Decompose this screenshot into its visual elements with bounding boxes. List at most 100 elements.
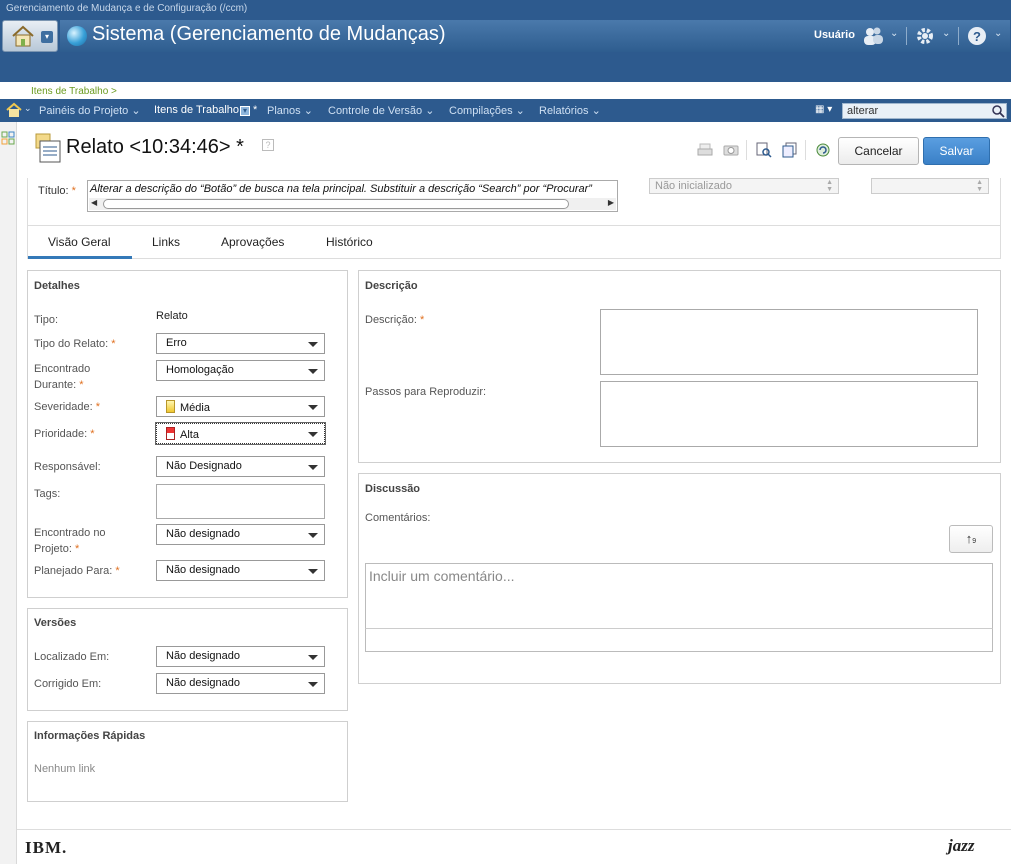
planned-for-label-text: Planejado Para: [34, 565, 113, 577]
duplicate-icon[interactable] [782, 142, 798, 158]
nav-work-items[interactable]: Itens de Trabalho [154, 104, 239, 116]
fixed-in-value: Não designado [166, 677, 241, 689]
chevron-down-icon [308, 405, 318, 410]
svg-text:?: ? [973, 29, 981, 44]
scrollbar-thumb[interactable] [103, 199, 569, 209]
title-field-label: Título: * [38, 185, 76, 197]
app-caption: Gerenciamento de Mudança e de Configuraç… [6, 3, 248, 14]
found-in-project-label: Encontrado no Projeto: * [34, 525, 106, 557]
search-icon[interactable] [991, 104, 1005, 118]
quick-info-title: Informações Rápidas [34, 730, 146, 742]
jazz-logo: jazz [948, 836, 975, 855]
found-in-project-select[interactable]: Não designado [156, 524, 325, 545]
chevron-down-icon[interactable]: ⌄ [24, 103, 32, 114]
title-field[interactable]: Alterar a descrição do “Botão” de busca … [87, 180, 618, 212]
found-during-label-line2: Durante: [34, 379, 77, 391]
required-marker: * [90, 428, 95, 440]
nav-source-control[interactable]: Controle de Versão ⌄ [328, 104, 434, 117]
priority-value: Alta [180, 429, 199, 441]
work-items-menu-icon[interactable]: ▾ [240, 106, 250, 116]
priority-high-icon [166, 427, 175, 440]
header-divider [906, 27, 907, 45]
type-label: Tipo: [34, 314, 59, 326]
tab-overview[interactable]: Visão Geral [48, 235, 110, 249]
report-type-select[interactable]: Erro [156, 333, 325, 354]
steps-label: Passos para Reproduzir: [365, 386, 487, 398]
search-input[interactable] [842, 103, 1007, 119]
breadcrumb[interactable]: Itens de Trabalho > [31, 86, 117, 97]
priority-label-text: Prioridade: [34, 428, 88, 440]
chevron-down-icon [308, 682, 318, 687]
chevron-down-icon[interactable]: ⌄ [890, 28, 898, 39]
save-button[interactable]: Salvar [923, 137, 990, 165]
found-during-value: Homologação [166, 364, 234, 376]
sort-comments-button[interactable]: ↑9 [949, 525, 993, 553]
found-in-value: Não designado [166, 650, 241, 662]
found-during-label: Encontrado Durante: * [34, 361, 90, 393]
find-related-icon[interactable] [756, 142, 772, 158]
print-icon[interactable] [697, 142, 713, 158]
work-item-title: Relato <10:34:46> * [66, 136, 244, 158]
spinner-icon: ▲ ▼ [826, 179, 833, 193]
type-value: Relato [156, 310, 188, 322]
grid-view-icon[interactable] [1, 131, 15, 145]
required-marker: * [71, 185, 76, 197]
description-title: Descrição [365, 280, 418, 292]
priority-label: Prioridade: * [34, 426, 95, 442]
discussion-title: Discussão [365, 483, 421, 495]
globe-icon [67, 26, 87, 46]
nav-reports[interactable]: Relatórios ⌄ [539, 104, 601, 117]
fixed-in-label: Corrigido Em: [34, 678, 102, 690]
comment-input[interactable]: Incluir um comentário... [365, 563, 993, 629]
scroll-right-icon[interactable]: ▶ [608, 198, 614, 207]
found-during-select[interactable]: Homologação [156, 360, 325, 381]
description-input[interactable] [600, 309, 978, 375]
tab-links[interactable]: Links [152, 235, 180, 249]
sort-icon: ↑9 [965, 531, 977, 546]
ibm-logo: IBM. [25, 838, 68, 857]
description-label-text: Descrição: [365, 314, 417, 326]
users-icon[interactable] [862, 26, 884, 46]
home-menu-button[interactable]: ▾ [2, 20, 58, 52]
fixed-in-select[interactable]: Não designado [156, 673, 325, 694]
help-icon[interactable]: ? [262, 139, 274, 151]
found-in-project-label-line2: Projeto: [34, 543, 72, 555]
project-home-icon[interactable] [6, 102, 22, 118]
comments-label: Comentários: [365, 512, 431, 524]
chevron-down-icon[interactable]: ⌄ [942, 28, 950, 39]
report-type-label: Tipo do Relato: * [34, 336, 116, 352]
app-title: Sistema (Gerenciamento de Mudanças) [92, 23, 446, 45]
chevron-down-icon[interactable]: ⌄ [994, 28, 1002, 39]
help-icon[interactable]: ? [966, 26, 988, 46]
title-scrollbar[interactable]: ◀ ▶ [89, 198, 616, 210]
scroll-left-icon[interactable]: ◀ [91, 198, 97, 207]
required-marker: * [115, 565, 120, 577]
severity-select[interactable]: Média [156, 396, 325, 417]
camera-icon[interactable] [723, 142, 739, 158]
required-marker: * [111, 338, 116, 350]
steps-input[interactable] [600, 381, 978, 447]
nav-plans[interactable]: Planos ⌄ [267, 104, 313, 117]
resolution-select[interactable]: ▲ ▼ [871, 178, 989, 194]
owner-select[interactable]: Não Designado [156, 456, 325, 477]
cancel-button[interactable]: Cancelar [838, 137, 919, 165]
chevron-down-icon [308, 432, 318, 437]
planned-for-value: Não designado [166, 564, 241, 576]
nav-builds[interactable]: Compilações ⌄ [449, 104, 525, 117]
found-in-select[interactable]: Não designado [156, 646, 325, 667]
title-value[interactable]: Alterar a descrição do “Botão” de busca … [90, 183, 592, 195]
gear-icon[interactable] [914, 26, 936, 46]
defect-type-icon [35, 133, 61, 163]
status-select[interactable]: Não inicializado ▲ ▼ [649, 178, 839, 194]
tab-history[interactable]: Histórico [326, 235, 373, 249]
user-menu-label[interactable]: Usuário [814, 29, 855, 41]
tab-approvals[interactable]: Aprovações [221, 235, 284, 249]
nav-project-dashboards[interactable]: Painéis do Projeto ⌄ [39, 104, 141, 117]
planned-for-select[interactable]: Não designado [156, 560, 325, 581]
refresh-icon[interactable] [815, 142, 831, 158]
required-marker: * [420, 314, 425, 326]
priority-select[interactable]: Alta [155, 422, 326, 445]
tags-input[interactable] [156, 484, 325, 519]
active-tab-indicator [28, 256, 132, 259]
view-selector-icon[interactable]: ▦ ▾ [815, 104, 837, 118]
